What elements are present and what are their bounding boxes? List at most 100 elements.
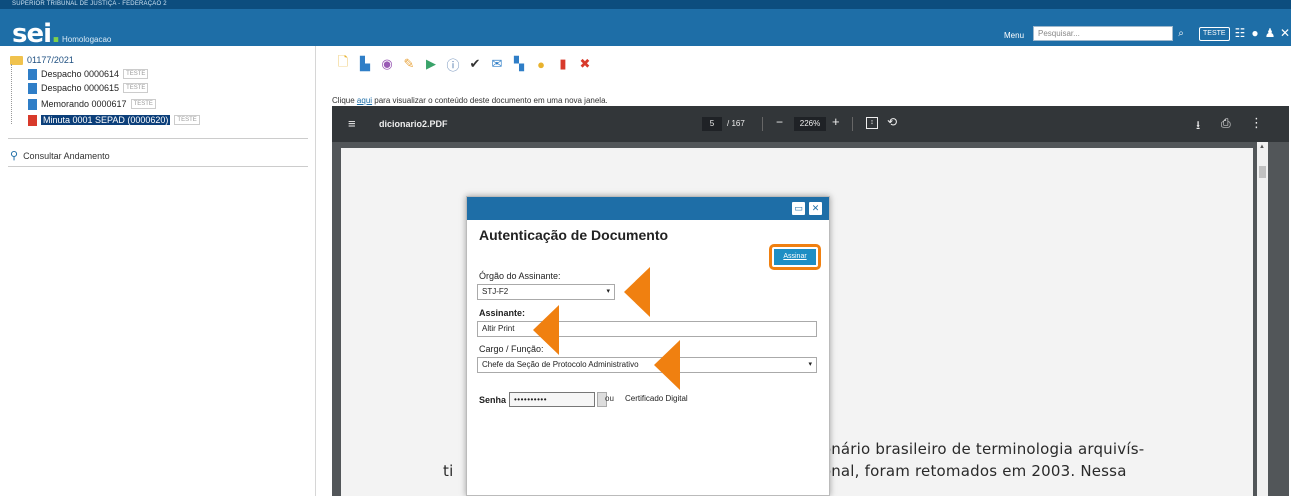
scroll-thumb[interactable] (1259, 166, 1266, 178)
page-total: / 167 (727, 119, 745, 128)
tree-doc-item[interactable]: Despacho 0000615 TESTE (28, 82, 149, 94)
doc-tag: TESTE (123, 69, 149, 79)
rotate-icon[interactable]: ⟲ (887, 115, 897, 129)
tree-doc-item-selected[interactable]: Minuta 0001 SEPAD (0000620) TESTE (28, 114, 200, 126)
page-text-line: cional, foram retomados em 2003. Nessa (809, 462, 1127, 480)
menu-icon[interactable]: ≡ (348, 116, 356, 131)
assinante-label: Assinante: (479, 308, 526, 318)
email-icon[interactable]: ✉ (488, 54, 506, 74)
process-node[interactable]: 01177/2021 (10, 54, 74, 66)
search-icon[interactable]: ⌕ (1174, 27, 1188, 41)
tree-doc-item[interactable]: Memorando 0000617 TESTE (28, 98, 156, 110)
consult-label: Consultar Andamento (23, 150, 110, 161)
dialog-title: Autenticação de Documento (479, 227, 669, 243)
view-in-new-window-link[interactable]: aqui (357, 96, 372, 105)
page-number-input[interactable]: 5 (702, 117, 722, 131)
org-name: SUPERIOR TRIBUNAL DE JUSTIÇA - FEDERAÇÃO… (12, 1, 167, 7)
search-input[interactable]: Pesquisar... (1033, 26, 1173, 41)
password-field[interactable]: •••••••••• (509, 392, 595, 407)
doc-label: Despacho 0000614 (41, 69, 120, 79)
authentication-dialog: ▭ ✕ Autenticação de Documento Assinar Ór… (466, 196, 830, 496)
document-icon (28, 68, 37, 80)
close-icon[interactable]: ✕ (809, 202, 822, 215)
document-icon (28, 98, 37, 110)
sign-badge-icon[interactable]: ✔ (466, 54, 484, 74)
scroll-up-icon[interactable]: ▲ (1259, 144, 1265, 150)
orgao-select[interactable]: STJ-F2 ▾ (477, 284, 615, 300)
unit-badge[interactable]: TESTE (1199, 27, 1230, 41)
search-icon: ⚲ (10, 150, 19, 162)
dialog-header: ▭ ✕ (467, 197, 829, 220)
menu-link[interactable]: Menu (1004, 31, 1024, 40)
digital-certificate-option[interactable]: Certificado Digital (625, 394, 688, 403)
doc-label: Despacho 0000615 (41, 83, 120, 93)
environment-label: Homologacao (62, 35, 112, 44)
cargo-select[interactable]: Chefe da Seção de Protocolo Administrati… (477, 357, 817, 373)
divider (762, 117, 763, 131)
pdf-scrollbar[interactable]: ▲ (1257, 142, 1268, 496)
consult-progress-link[interactable]: ⚲ Consultar Andamento (10, 149, 110, 162)
or-text: ou (605, 394, 614, 403)
logo-text: sei (12, 19, 52, 49)
assinante-field[interactable]: Altir Print (477, 321, 817, 337)
fit-page-icon[interactable]: ↕ (866, 117, 878, 129)
more-options-icon[interactable]: ⋮ (1250, 115, 1263, 131)
process-tree: 01177/2021 Despacho 0000614 TESTE Despac… (0, 46, 316, 496)
doc-tag: TESTE (123, 83, 149, 93)
cargo-value: Chefe da Seção de Protocolo Administrati… (482, 360, 639, 369)
annotation-arrow-icon (624, 267, 650, 317)
grid-icon[interactable]: ☷ (1234, 24, 1246, 42)
annotation-arrow-icon (533, 305, 559, 355)
document-icon (28, 82, 37, 94)
pdf-filename: dicionario2.PDF (379, 119, 448, 129)
view-link-suffix: para visualizar o conteúdo deste documen… (374, 96, 608, 105)
doc-label: Memorando 0000617 (41, 99, 127, 109)
tree-doc-item[interactable]: Despacho 0000614 TESTE (28, 68, 149, 80)
chevron-down-icon: ▾ (808, 361, 812, 368)
top-bar: SUPERIOR TRIBUNAL DE JUSTIÇA - FEDERAÇÃO… (0, 0, 1291, 49)
divider (8, 138, 308, 139)
zoom-in-icon[interactable]: + (832, 114, 840, 129)
page-text-line: cionário brasileiro de terminologia arqu… (809, 440, 1145, 458)
sign-button[interactable]: Assinar (774, 249, 816, 265)
send-icon[interactable]: ▶ (422, 54, 440, 74)
doc-tag: TESTE (130, 99, 156, 109)
tree-connector (11, 64, 12, 124)
comment-icon[interactable]: ● (532, 54, 550, 74)
orgao-label: Órgão do Assinante: (479, 271, 561, 281)
document-settings-icon[interactable]: ▙ (356, 54, 374, 74)
senha-label: Senha (479, 395, 507, 405)
print-icon[interactable]: ⎙ (1221, 116, 1231, 131)
chevron-down-icon: ▾ (606, 288, 610, 295)
doc-tag: TESTE (174, 115, 200, 125)
info-icon[interactable]: ● (1249, 24, 1261, 42)
sei-logo[interactable]: sei. (12, 19, 61, 49)
delete-icon[interactable]: ▮ (554, 54, 572, 74)
orgao-value: STJ-F2 (482, 287, 509, 296)
edit-icon[interactable]: ✎ (400, 54, 418, 74)
pdf-toolbar: ≡ dicionario2.PDF 5 / 167 − 226% + ↕ ⟲ ⭳… (332, 106, 1289, 142)
zoom-input[interactable]: 226% (794, 117, 826, 131)
cancel-icon[interactable]: ✖ (576, 54, 594, 74)
new-document-icon[interactable]: 🗋 (334, 54, 352, 74)
annotation-arrow-icon (654, 340, 680, 390)
document-toolbar: 🗋 ▙ ◉ ✎ ▶ ⓘ ✔ ✉ ▚ ● ▮ ✖ (334, 54, 594, 74)
view-link-text: Clique aqui para visualizar o conteúdo d… (332, 96, 608, 105)
zoom-out-icon[interactable]: − (776, 115, 783, 129)
user-icon[interactable]: ♟ (1264, 24, 1276, 42)
top-icons: ☷ ● ♟ ✕ ⏻ (1234, 24, 1291, 42)
download-icon[interactable]: ⭳ (1196, 116, 1200, 137)
logo-dot: . (51, 19, 61, 49)
pdf-document-icon (28, 114, 37, 126)
sign-button-highlight: Assinar (769, 244, 821, 270)
info-document-icon[interactable]: ⓘ (444, 54, 462, 74)
view-link-prefix: Clique (332, 96, 355, 105)
maximize-icon[interactable]: ▭ (792, 202, 805, 215)
divider (852, 117, 853, 131)
block-icon[interactable]: ▚ (510, 54, 528, 74)
page-text-line: ti (443, 462, 454, 480)
tools-icon[interactable]: ✕ (1279, 24, 1291, 42)
divider (8, 166, 308, 167)
view-icon[interactable]: ◉ (378, 54, 396, 74)
doc-label: Minuta 0001 SEPAD (0000620) (41, 115, 171, 125)
